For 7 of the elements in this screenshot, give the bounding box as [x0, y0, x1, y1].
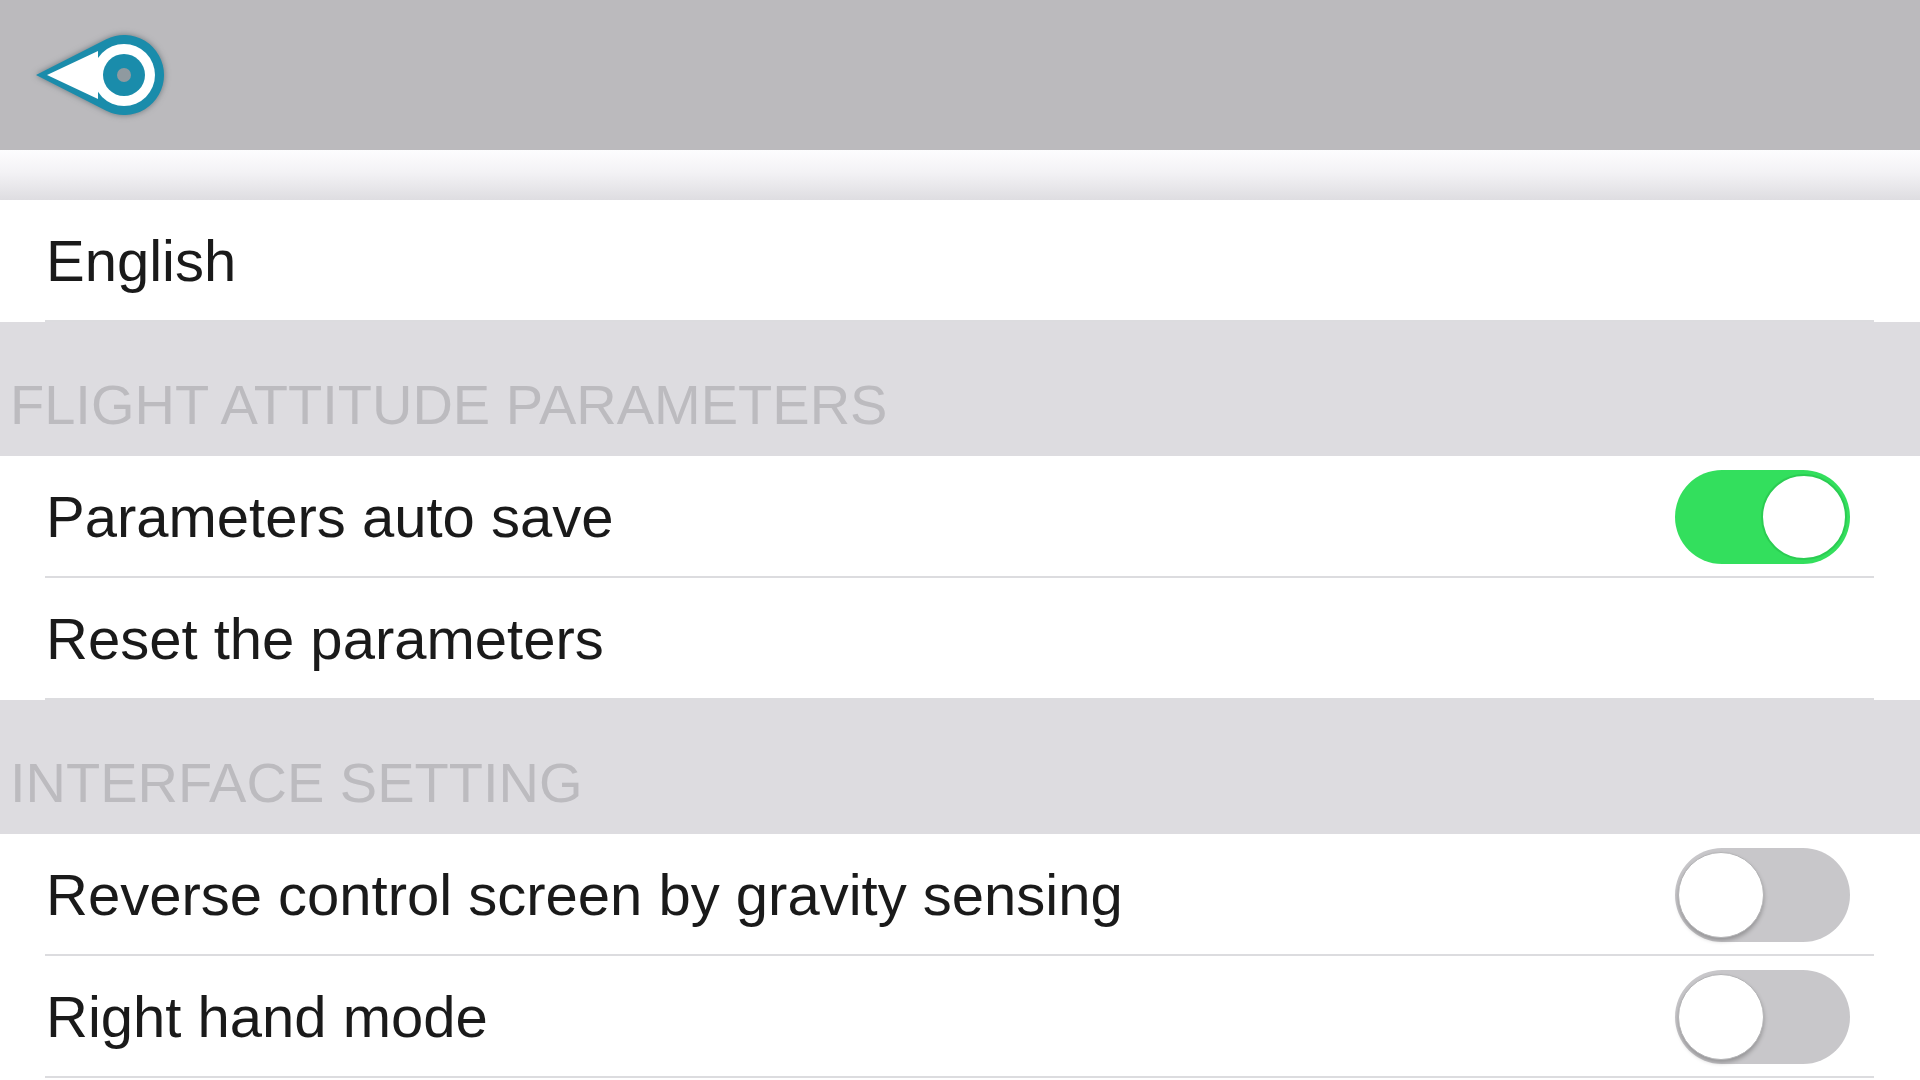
setting-label: Reverse control screen by gravity sensing: [46, 861, 1123, 929]
setting-label: Parameters auto save: [46, 483, 614, 551]
setting-option[interactable]: English: [46, 227, 237, 295]
back-icon: [34, 33, 166, 117]
setting-label: Right hand mode: [46, 983, 488, 1051]
back-button[interactable]: [34, 33, 166, 117]
setting-option[interactable]: Reset the parameters: [46, 605, 604, 673]
